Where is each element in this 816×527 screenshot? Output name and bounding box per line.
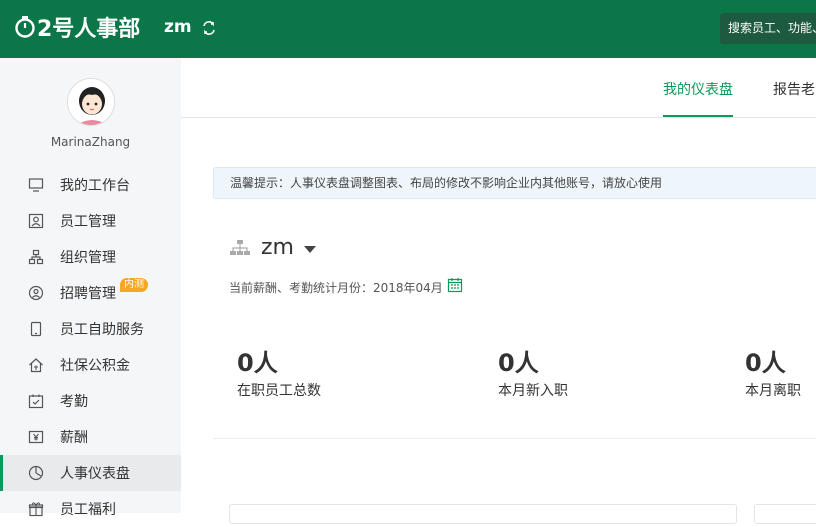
avatar-image [68,79,114,125]
sidebar-item-label: 招聘管理 [60,286,116,302]
kpi-departures[interactable]: 0人 本月离职 [745,343,801,400]
yen-icon [28,430,44,444]
chart-card [229,504,737,524]
sidebar-item-org[interactable]: 组织管理 [0,239,181,275]
sidebar-item-recruitment[interactable]: 招聘管理 内测 [0,275,181,311]
kpi-value: 0人 [498,349,539,377]
org-selector[interactable]: zm [229,235,316,260]
dashboard-tabs: 我的仪表盘 报告老 [181,58,816,118]
sidebar-item-dashboard[interactable]: 人事仪表盘 [0,455,181,491]
sidebar-item-label: 薪酬 [60,430,88,446]
sidebar-item-employees[interactable]: 员工管理 [0,203,181,239]
phone-icon [30,321,42,337]
gift-icon [28,502,44,517]
kpi-total-employees[interactable]: 0人 在职员工总数 [237,343,321,400]
recruit-icon [28,285,44,301]
org-icon [28,249,44,265]
tab-my-dashboard[interactable]: 我的仪表盘 [663,79,733,99]
search-input[interactable]: 搜索员工、功能、 [720,13,816,44]
sidebar-item-workbench[interactable]: 我的工作台 [0,167,181,203]
username: MarinaZhang [50,135,131,149]
company-name[interactable]: zm [164,17,192,37]
sidebar-item-label: 组织管理 [60,250,116,266]
sidebar-item-attendance[interactable]: 考勤 [0,383,181,419]
kpi-label: 本月离职 [745,383,801,399]
sidebar-item-label: 员工管理 [60,214,116,230]
top-bar: 2号人事部 zm 搜索员工、功能、 [0,0,816,58]
sidebar-item-label: 人事仪表盘 [60,466,130,482]
sidebar-item-label: 员工自助服务 [60,322,144,338]
stat-month-label: 当前薪酬、考勤统计月份：2018年04月 [229,281,443,295]
chart-card [754,504,816,524]
kpi-value: 0人 [745,349,786,377]
sidebar-item-label: 考勤 [60,394,88,410]
beta-badge: 内测 [120,278,148,292]
kpi-label: 在职员工总数 [237,383,321,399]
house-icon [29,358,43,373]
sidebar-item-benefits[interactable]: 员工福利 [0,491,181,527]
sidebar-item-social-security[interactable]: 社保公积金 [0,347,181,383]
app-logo[interactable]: 2号人事部 [13,11,140,43]
active-tab-indicator [663,115,733,117]
chevron-down-icon [303,245,316,253]
sidebar: MarinaZhang 我的工作台 员工管理 组织管理 招聘管理 内测 员工自助… [0,58,181,518]
user-card-icon [28,213,44,229]
kpi-label: 本月新入职 [498,383,568,399]
kpi-new-hires[interactable]: 0人 本月新入职 [498,343,568,400]
kpi-value: 0人 [237,349,278,377]
dashboard-icon [28,465,44,481]
sidebar-item-label: 我的工作台 [60,178,130,194]
org-tree-icon [230,239,250,255]
calendar-check-icon [28,394,44,409]
monitor-icon [28,178,44,192]
sidebar-item-label: 员工福利 [60,502,116,518]
calendar-icon[interactable] [447,277,463,293]
org-name: zm [261,235,294,260]
stopwatch-logo-icon [15,16,35,38]
tab-reports[interactable]: 报告老 [773,79,815,99]
sidebar-item-label: 社保公积金 [60,358,130,374]
sidebar-nav: 我的工作台 员工管理 组织管理 招聘管理 内测 员工自助服务 社保公积金 考勤 [0,167,181,527]
switch-company-icon[interactable] [200,19,218,37]
sidebar-item-payroll[interactable]: 薪酬 [0,419,181,455]
logo-text: 2号人事部 [37,17,141,42]
sidebar-item-self-service[interactable]: 员工自助服务 [0,311,181,347]
section-divider [213,438,816,439]
tip-banner: 温馨提示：人事仪表盘调整图表、布局的修改不影响企业内其他账号，请放心使用 [213,167,816,199]
avatar[interactable] [67,78,115,126]
